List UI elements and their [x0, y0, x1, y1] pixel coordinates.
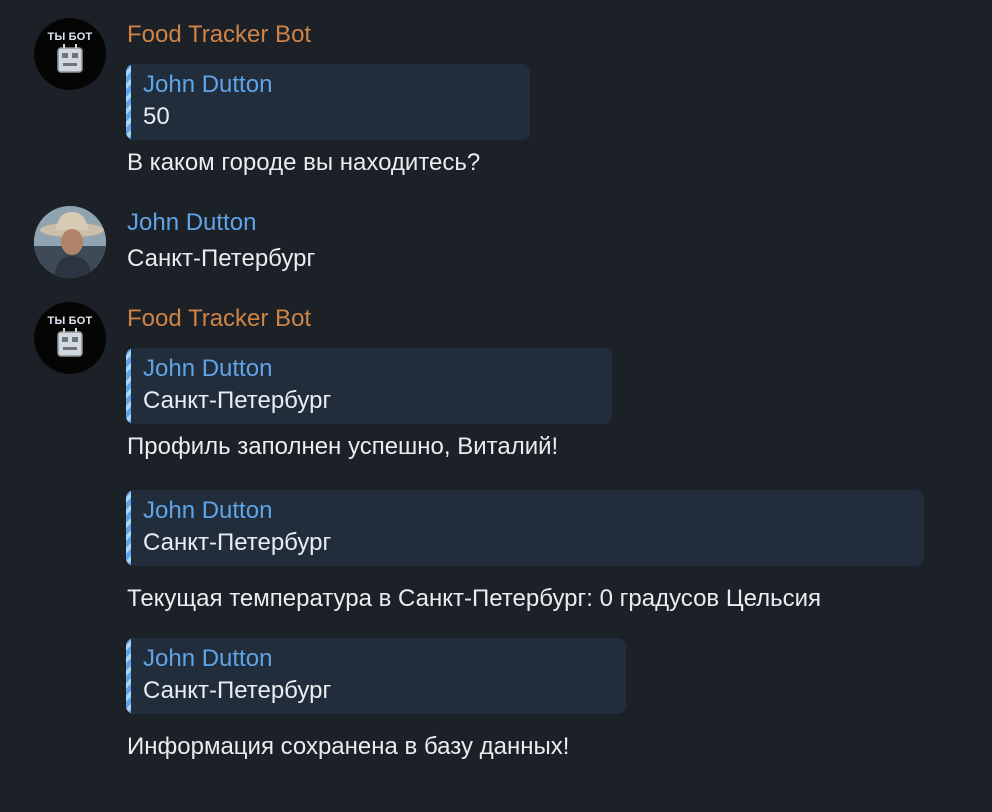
chat-history: ТЫ БОТ Food Tracker Bot John Dutton 50 В… — [0, 0, 992, 812]
reply-bar — [126, 638, 131, 714]
reply-text: 50 — [143, 103, 170, 130]
reply-bar — [126, 348, 131, 424]
reply-bar — [126, 490, 131, 566]
cowboy-photo — [34, 206, 106, 278]
message-text: Информация сохранена в базу данных! — [127, 733, 570, 760]
user-avatar[interactable] — [34, 206, 106, 278]
robot-icon — [57, 328, 83, 357]
robot-icon — [57, 44, 83, 73]
reply-quote[interactable]: John Dutton Санкт-Петербург — [126, 490, 924, 566]
reply-bar — [126, 64, 131, 140]
reply-text: Санкт-Петербург — [143, 529, 332, 556]
reply-text: Санкт-Петербург — [143, 677, 332, 704]
sender-name[interactable]: Food Tracker Bot — [127, 304, 311, 334]
sender-name[interactable]: John Dutton — [127, 208, 256, 238]
reply-sender: John Dutton — [143, 497, 273, 524]
reply-sender: John Dutton — [143, 71, 273, 98]
sender-name[interactable]: Food Tracker Bot — [127, 20, 311, 50]
reply-quote[interactable]: John Dutton Санкт-Петербург — [126, 638, 626, 714]
bot-avatar[interactable]: ТЫ БОТ — [34, 18, 106, 90]
bot-avatar-text: ТЫ БОТ — [47, 31, 93, 43]
bot-avatar[interactable]: ТЫ БОТ — [34, 302, 106, 374]
reply-quote[interactable]: John Dutton 50 — [126, 64, 530, 140]
reply-sender: John Dutton — [143, 645, 273, 672]
message-text: Текущая температура в Санкт-Петербург: 0… — [127, 585, 822, 612]
message-text: Профиль заполнен успешно, Виталий! — [127, 433, 559, 460]
message-text: В каком городе вы находитесь? — [127, 149, 481, 176]
reply-sender: John Dutton — [143, 355, 273, 382]
message-text: Санкт-Петербург — [127, 245, 316, 272]
bot-avatar-text: ТЫ БОТ — [47, 315, 93, 327]
reply-text: Санкт-Петербург — [143, 387, 332, 414]
reply-quote[interactable]: John Dutton Санкт-Петербург — [126, 348, 612, 424]
